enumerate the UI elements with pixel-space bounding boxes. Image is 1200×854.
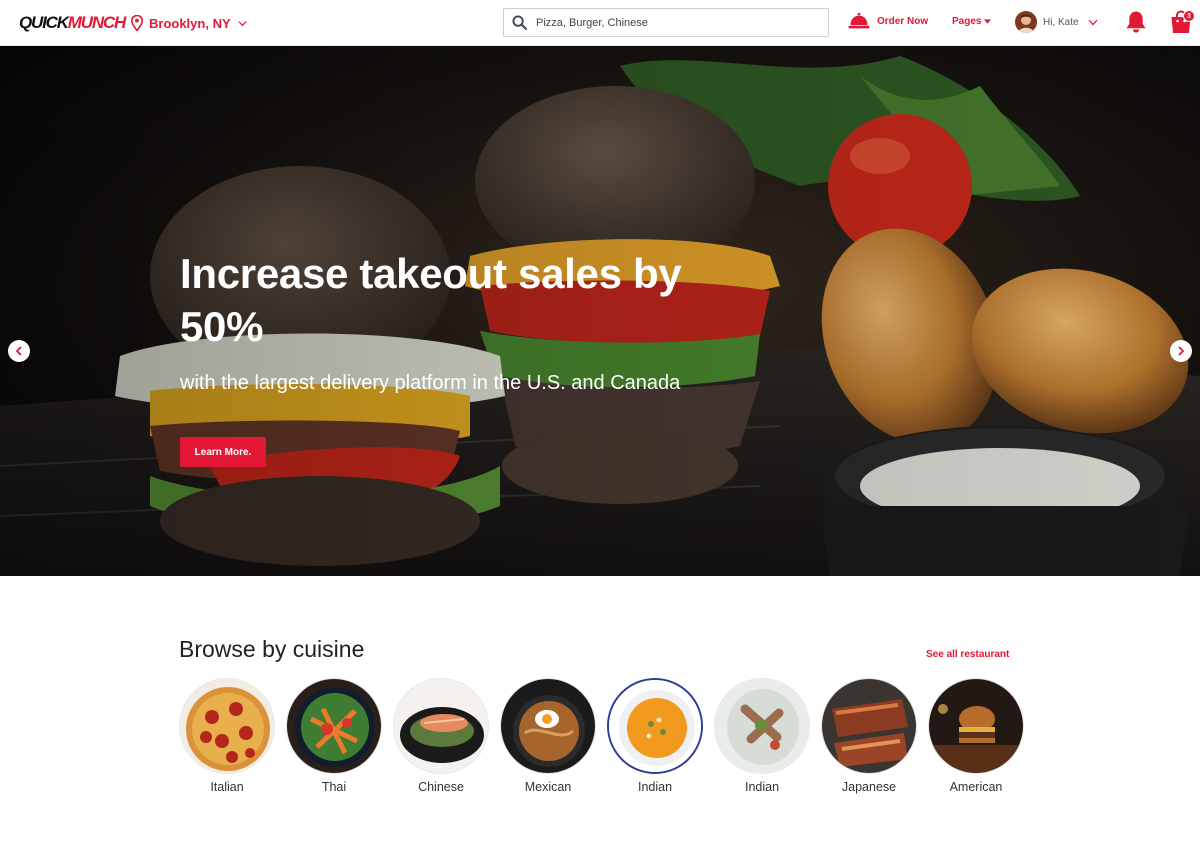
cuisine-mexican[interactable]: Mexican [500,678,596,794]
cuisine-image [179,678,275,774]
hero-subtitle: with the largest delivery platform in th… [180,372,681,394]
order-now-label: Order Now [877,15,929,27]
cuisine-indian[interactable]: Indian [607,678,703,794]
cuisine-chinese[interactable]: Chinese [393,678,489,794]
user-menu[interactable]: Hi, Kate [1015,11,1098,33]
avatar [1015,11,1037,33]
cuisine-image [393,678,489,774]
cuisine-japanese[interactable]: Japanese [821,678,917,794]
cuisine-italian[interactable]: Italian [179,678,275,794]
logo-text-quick: QUICK [19,13,69,32]
quickmunch-logo[interactable]: QUICKMUNCH [19,13,126,32]
cuisine-label: Thai [321,780,347,794]
location-selector[interactable]: Brooklyn, NY [131,13,247,33]
cuisine-image [500,678,596,774]
cuisine-list: Italian Thai Chinese Mexican Indian Indi… [179,678,1029,808]
cuisine-label: Indian [744,780,780,794]
carousel-prev-button[interactable] [8,340,30,362]
cart-count-badge: 3 [1183,10,1195,22]
browse-section-title: Browse by cuisine [179,636,365,662]
pages-label: Pages [952,16,982,27]
learn-more-button[interactable]: Learn More. [180,437,266,467]
caret-down-icon [984,19,992,24]
search-icon [512,15,527,30]
chevron-left-icon [15,346,22,356]
cuisine-label: Chinese [418,780,464,794]
carousel-next-button[interactable] [1170,340,1192,362]
pages-dropdown[interactable]: Pages [952,16,992,27]
user-greeting: Hi, Kate [1043,16,1079,28]
location-label: Brooklyn, NY [149,15,231,31]
hero-title: Increase takeout sales by 50% [180,250,682,350]
search-input[interactable] [536,16,806,29]
cuisine-label: Japanese [841,780,897,794]
cuisine-thai[interactable]: Thai [286,678,382,794]
cuisine-image [928,678,1024,774]
cuisine-image [714,678,810,774]
logo-text-munch: MUNCH [67,13,126,32]
cuisine-american[interactable]: American [928,678,1024,794]
search-bar[interactable] [503,8,829,37]
service-bell-icon [848,13,870,29]
cuisine-image [821,678,917,774]
top-navbar: QUICKMUNCH Brooklyn, NY Order Now Pages [0,0,1200,46]
location-pin-icon [131,15,143,31]
cuisine-indian-2[interactable]: Indian [714,678,810,794]
chevron-down-icon [1088,19,1098,25]
cuisine-label: Mexican [524,780,572,794]
cuisine-image [607,678,703,774]
cuisine-label: Indian [637,780,673,794]
chevron-down-icon [238,20,247,26]
bell-icon[interactable] [1125,10,1147,34]
cuisine-image [286,678,382,774]
order-now-link[interactable]: Order Now [848,12,928,30]
cuisine-label: American [949,780,1003,794]
cart-button[interactable]: 3 [1168,9,1195,35]
chevron-right-icon [1178,346,1185,356]
hero-banner: Increase takeout sales by 50% with the l… [0,46,1200,576]
see-all-restaurants-link[interactable]: See all restaurant [926,649,1009,660]
cuisine-label: Italian [210,780,244,794]
